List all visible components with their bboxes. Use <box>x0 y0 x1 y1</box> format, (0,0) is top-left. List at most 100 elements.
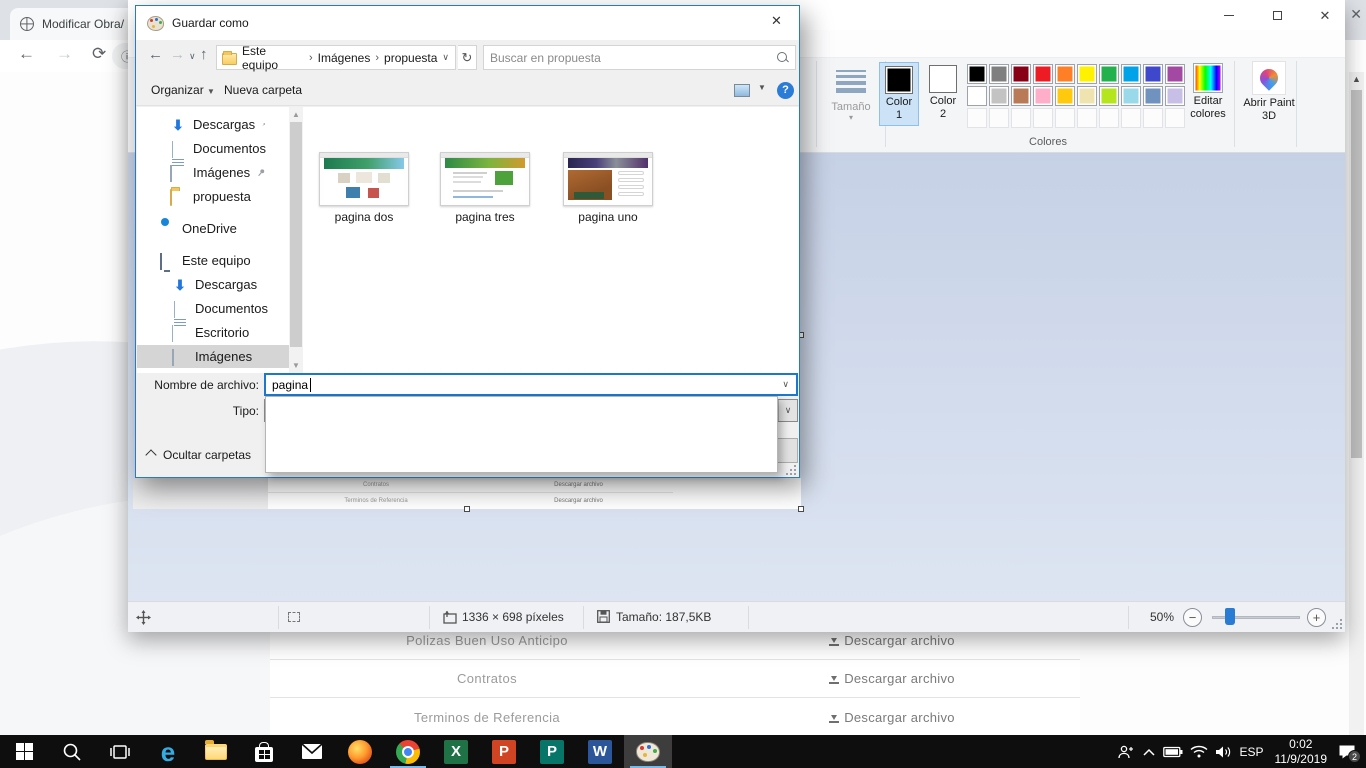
palette-color-swatch[interactable] <box>1121 64 1141 84</box>
breadcrumb-this-pc[interactable]: Este equipo <box>242 44 304 72</box>
taskbar-powerpoint[interactable]: P <box>480 735 528 768</box>
zoom-in-button[interactable]: + <box>1307 608 1326 627</box>
sidebar-item-propuesta[interactable]: propuesta <box>137 185 276 208</box>
sidebar-item-pc-documentos[interactable]: Documentos <box>137 297 276 320</box>
palette-empty-slot[interactable] <box>1077 108 1097 128</box>
views-button[interactable] <box>734 84 750 100</box>
hide-folders-button[interactable]: Ocultar carpetas <box>147 448 251 462</box>
taskbar-search-button[interactable] <box>48 735 96 768</box>
battery-icon[interactable] <box>1163 746 1183 758</box>
search-icon[interactable] <box>776 51 789 64</box>
browser-close-button[interactable]: ✕ <box>1350 6 1362 23</box>
taskbar-excel[interactable]: X <box>432 735 480 768</box>
scrollbar-thumb[interactable] <box>290 122 302 347</box>
taskbar-store[interactable] <box>240 735 288 768</box>
scrollbar-thumb[interactable] <box>1351 90 1362 458</box>
window-resize-grip[interactable] <box>1332 619 1342 629</box>
palette-color-swatch[interactable] <box>1011 64 1031 84</box>
palette-empty-slot[interactable] <box>1055 108 1075 128</box>
scroll-up-icon[interactable]: ▲ <box>1349 74 1364 84</box>
taskbar-clock[interactable]: 0:02 11/9/2019 <box>1271 737 1332 767</box>
palette-color-swatch[interactable] <box>1033 86 1053 106</box>
sidebar-item-imagenes[interactable]: Imágenes <box>137 161 276 184</box>
palette-color-swatch[interactable] <box>1077 86 1097 106</box>
sidebar-item-onedrive[interactable]: OneDrive <box>137 217 276 240</box>
palette-color-swatch[interactable] <box>967 86 987 106</box>
close-button[interactable]: ✕ <box>1302 0 1348 30</box>
taskbar-file-explorer[interactable] <box>192 735 240 768</box>
palette-color-swatch[interactable] <box>1033 64 1053 84</box>
palette-color-swatch[interactable] <box>1055 64 1075 84</box>
task-view-button[interactable] <box>96 735 144 768</box>
filename-autocomplete-dropdown[interactable] <box>265 396 778 473</box>
palette-color-swatch[interactable] <box>1055 86 1075 106</box>
taskbar-edge[interactable]: e <box>144 735 192 768</box>
file-pagina-dos[interactable]: pagina dos <box>319 152 409 224</box>
language-indicator[interactable]: ESP <box>1239 745 1263 759</box>
zoom-slider-thumb[interactable] <box>1225 608 1235 625</box>
views-dropdown-icon[interactable]: ▼ <box>758 83 766 92</box>
taskbar-mail[interactable] <box>288 735 336 768</box>
scroll-down-icon[interactable]: ▼ <box>289 361 303 370</box>
breadcrumb-images[interactable]: Imágenes <box>318 51 371 65</box>
sidebar-item-pc-imagenes[interactable]: Imágenes <box>137 345 289 368</box>
hidden-icons-chevron[interactable] <box>1142 747 1156 757</box>
file-pagina-uno[interactable]: pagina uno <box>563 152 653 224</box>
help-button[interactable]: ? <box>777 82 794 99</box>
edit-colors-button[interactable]: Editar colores <box>1180 61 1236 120</box>
palette-empty-slot[interactable] <box>1033 108 1053 128</box>
palette-color-swatch[interactable] <box>1077 64 1097 84</box>
start-button[interactable] <box>0 735 48 768</box>
breadcrumb-propuesta[interactable]: propuesta <box>384 51 437 65</box>
taskbar-word[interactable]: W <box>576 735 624 768</box>
organize-menu[interactable]: Organizar ▼ <box>151 83 215 97</box>
canvas-image[interactable]: Contratos Descargar archivo Terminos de … <box>133 478 801 509</box>
resize-handle-bottom[interactable] <box>464 506 470 512</box>
filename-dropdown-icon[interactable]: ∨ <box>782 379 796 390</box>
maximize-button[interactable] <box>1254 0 1300 30</box>
palette-color-swatch[interactable] <box>1143 86 1163 106</box>
browser-scrollbar[interactable]: ▲ <box>1349 72 1364 735</box>
dialog-titlebar[interactable]: Guardar como ✕ <box>136 6 799 40</box>
people-icon[interactable] <box>1117 744 1135 760</box>
download-link[interactable]: Descargar archivo <box>704 710 1080 725</box>
taskbar-publisher[interactable]: P <box>528 735 576 768</box>
palette-color-swatch[interactable] <box>1011 86 1031 106</box>
palette-empty-slot[interactable] <box>989 108 1009 128</box>
palette-color-swatch[interactable] <box>989 86 1009 106</box>
breadcrumb[interactable]: Este equipo › Imágenes › propuesta ∨ <box>216 45 456 70</box>
minimize-button[interactable] <box>1206 0 1252 30</box>
palette-empty-slot[interactable] <box>1099 108 1119 128</box>
filename-input[interactable]: pagina ∨ <box>264 373 798 396</box>
action-center-button[interactable]: 2 <box>1338 744 1356 760</box>
sidebar-item-pc-descargas[interactable]: ⬇ Descargas <box>137 273 276 296</box>
open-paint3d-button[interactable]: Abrir Paint 3D <box>1240 61 1298 122</box>
browser-forward-button[interactable]: → <box>56 44 73 64</box>
sidebar-item-pc-escritorio[interactable]: Escritorio <box>137 321 276 344</box>
palette-empty-slot[interactable] <box>967 108 987 128</box>
resize-handle-corner[interactable] <box>798 506 804 512</box>
palette-color-swatch[interactable] <box>989 64 1009 84</box>
breadcrumb-dropdown-icon[interactable]: ∨ <box>442 52 455 63</box>
taskbar-paint[interactable] <box>624 735 672 768</box>
forward-icon[interactable]: → <box>170 46 185 63</box>
sidebar-item-descargas[interactable]: ⬇ Descargas <box>137 113 276 136</box>
type-dropdown-button[interactable]: ∨ <box>778 400 797 421</box>
palette-empty-slot[interactable] <box>1011 108 1031 128</box>
sidebar-item-documentos[interactable]: Documentos <box>137 137 276 160</box>
sidebar-scrollbar[interactable]: ▲ ▼ <box>289 107 303 373</box>
scroll-up-icon[interactable]: ▲ <box>289 110 303 119</box>
zoom-out-button[interactable]: − <box>1183 608 1202 627</box>
palette-empty-slot[interactable] <box>1121 108 1141 128</box>
palette-color-swatch[interactable] <box>967 64 987 84</box>
dialog-resize-grip[interactable] <box>786 465 796 475</box>
download-link[interactable]: Descargar archivo <box>704 671 1080 686</box>
size-button[interactable]: Tamaño ▾ <box>825 63 877 122</box>
browser-back-button[interactable]: ← <box>18 44 35 64</box>
download-link[interactable]: Descargar archivo <box>704 633 1080 648</box>
color2-button[interactable]: Color 2 <box>923 62 963 126</box>
new-folder-button[interactable]: Nueva carpeta <box>224 83 302 97</box>
color1-button[interactable]: Color 1 <box>879 62 919 126</box>
up-icon[interactable]: ↑ <box>200 46 208 63</box>
search-box[interactable]: Buscar en propuesta <box>483 45 796 70</box>
